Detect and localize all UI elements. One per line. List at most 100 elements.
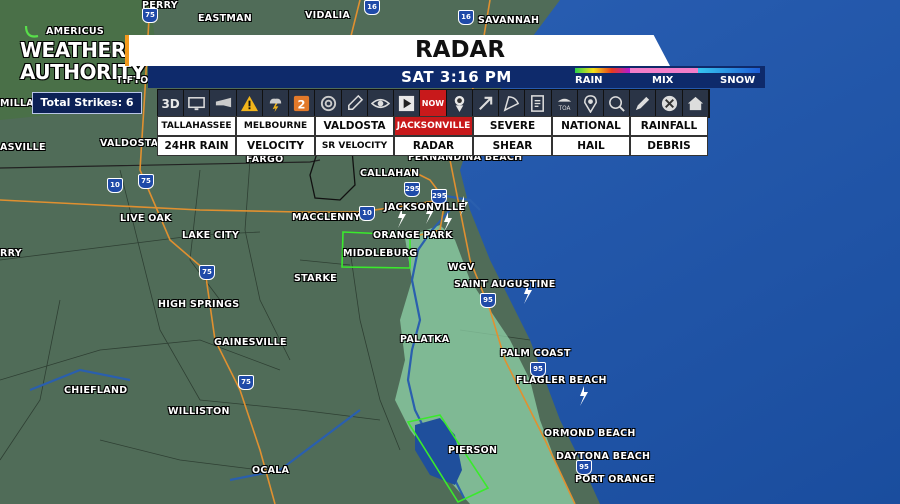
city-label-chiefland: CHIEFLAND xyxy=(64,385,128,396)
legend-snow-bar xyxy=(698,68,760,73)
3d-button[interactable]: 3D xyxy=(158,90,185,117)
close-button[interactable] xyxy=(656,90,683,117)
city-label-live-oak: LIVE OAK xyxy=(120,213,172,224)
eyedropper-icon xyxy=(347,94,363,110)
legend-snow-label: SNOW xyxy=(720,75,756,86)
city-label-lake-city: LAKE CITY xyxy=(182,230,240,241)
city-label-ocala: OCALA xyxy=(252,465,290,476)
city-label-rry: RRY xyxy=(0,248,22,259)
weather-2-button[interactable]: 2 xyxy=(289,90,316,117)
pizza-button[interactable] xyxy=(499,90,526,117)
toa-label: TOA xyxy=(557,106,570,112)
view-radar[interactable]: RADAR xyxy=(394,136,473,156)
play-icon xyxy=(399,95,415,112)
city-label-high-springs: HIGH SPRINGS xyxy=(158,299,240,310)
document-button[interactable] xyxy=(525,90,552,117)
view-selector-grid: TALLAHASSEE MELBOURNE VALDOSTA JACKSONVI… xyxy=(157,116,708,156)
total-strikes-badge: Total Strikes: 6 xyxy=(32,92,142,114)
city-label-williston: WILLISTON xyxy=(168,406,230,417)
highway-shield: 95 xyxy=(480,293,496,308)
monitor-button[interactable] xyxy=(184,90,211,117)
eyedropper-button[interactable] xyxy=(342,90,368,117)
city-label-valdosta: VALDOSTA xyxy=(100,138,159,149)
view-hail[interactable]: HAIL xyxy=(552,136,630,156)
city-label-eastman: EASTMAN xyxy=(198,13,253,24)
storm-button[interactable] xyxy=(263,90,290,117)
home-button[interactable] xyxy=(683,90,709,117)
highway-shield: 295 xyxy=(404,182,420,197)
city-label-middleburg: MIDDLEBURG xyxy=(343,248,418,259)
city-label-macclenny: MACCLENNY xyxy=(292,212,361,223)
highway-shield: 295 xyxy=(431,189,447,204)
view-rainfall[interactable]: RAINFALL xyxy=(630,116,708,136)
pencil-button[interactable] xyxy=(630,90,657,117)
pin-button[interactable] xyxy=(578,90,604,117)
city-label-gainesville: GAINESVILLE xyxy=(214,337,287,348)
warnings-button[interactable] xyxy=(237,90,263,117)
highway-shield: 75 xyxy=(199,265,215,280)
pin-icon xyxy=(583,95,597,113)
document-icon xyxy=(531,95,545,112)
view-jacksonville[interactable]: JACKSONVILLE xyxy=(394,116,473,136)
view-valdosta[interactable]: VALDOSTA xyxy=(315,116,394,136)
view-national[interactable]: NATIONAL xyxy=(552,116,630,136)
city-label-callahan: CALLAHAN xyxy=(360,168,420,179)
city-label-orange-park: ORANGE PARK xyxy=(373,230,453,241)
highway-shield: 75 xyxy=(142,8,158,23)
storm-icon xyxy=(269,98,282,113)
person-icon xyxy=(454,95,464,113)
city-label-savannah: SAVANNAH xyxy=(478,15,540,26)
highway-shield: 10 xyxy=(359,206,375,221)
arrow-icon xyxy=(478,96,493,110)
weather-2-icon: 2 xyxy=(294,95,310,111)
close-icon xyxy=(661,95,677,112)
city-label-palatka: PALATKA xyxy=(400,334,450,345)
view-melbourne[interactable]: MELBOURNE xyxy=(236,116,315,136)
pencil-icon xyxy=(636,96,650,111)
person-button[interactable] xyxy=(447,90,473,117)
highway-shield: 75 xyxy=(138,174,154,189)
toa-button[interactable]: TOA xyxy=(552,90,578,117)
view-tallahassee[interactable]: TALLAHASSEE xyxy=(157,116,236,136)
highway-shield: 75 xyxy=(238,375,254,390)
warning-icon xyxy=(240,95,258,112)
city-label-starke: STARKE xyxy=(294,273,337,284)
highway-shield: 95 xyxy=(576,460,592,475)
view-severe[interactable]: SEVERE xyxy=(473,116,552,136)
pizza-icon xyxy=(503,96,520,112)
legend-rain-bar xyxy=(575,68,630,73)
highway-shield: 10 xyxy=(107,178,123,193)
eye-button[interactable] xyxy=(368,90,395,117)
view-debris[interactable]: DEBRIS xyxy=(630,136,708,156)
play-button[interactable] xyxy=(394,90,421,117)
city-label-pierson: PIERSON xyxy=(448,445,498,456)
arrow-button[interactable] xyxy=(473,90,500,117)
radar-toolbar: 3D 2 NOW TOA xyxy=(157,89,710,118)
view-velocity[interactable]: VELOCITY xyxy=(236,136,315,156)
highway-shield: 95 xyxy=(530,362,546,377)
city-label-asville: ASVILLE xyxy=(0,142,46,153)
view-shear[interactable]: SHEAR xyxy=(473,136,552,156)
highway-shield: 16 xyxy=(458,10,474,25)
legend-rain-label: RAIN xyxy=(575,75,603,86)
city-label-port-orange: PORT ORANGE xyxy=(575,474,655,485)
city-label-daytona-beach: DAYTONA BEACH xyxy=(556,451,651,462)
zoom-button[interactable] xyxy=(604,90,631,117)
flashlight-icon xyxy=(215,97,231,108)
zoom-icon xyxy=(609,96,625,112)
city-label-jacksonville: JACKSONVILLE xyxy=(384,202,466,213)
view-24hr-rain[interactable]: 24HR RAIN xyxy=(157,136,236,156)
spiral-button[interactable] xyxy=(315,90,342,117)
toa-icon: TOA xyxy=(557,98,571,112)
now-button[interactable]: NOW xyxy=(420,90,447,117)
view-sr-velocity[interactable]: SR VELOCITY xyxy=(315,136,394,156)
page-title: RADAR xyxy=(414,37,506,63)
city-label-wgv: WGV xyxy=(448,262,475,273)
svg-text:2: 2 xyxy=(298,97,306,111)
city-label-milla: MILLA xyxy=(0,98,34,109)
city-label-ormond-beach: ORMOND BEACH xyxy=(544,428,636,439)
highway-shield: 16 xyxy=(364,0,380,15)
3d-label: 3D xyxy=(161,96,180,111)
city-label-palm-coast: PALM COAST xyxy=(500,348,571,359)
flashlight-button[interactable] xyxy=(210,90,237,117)
